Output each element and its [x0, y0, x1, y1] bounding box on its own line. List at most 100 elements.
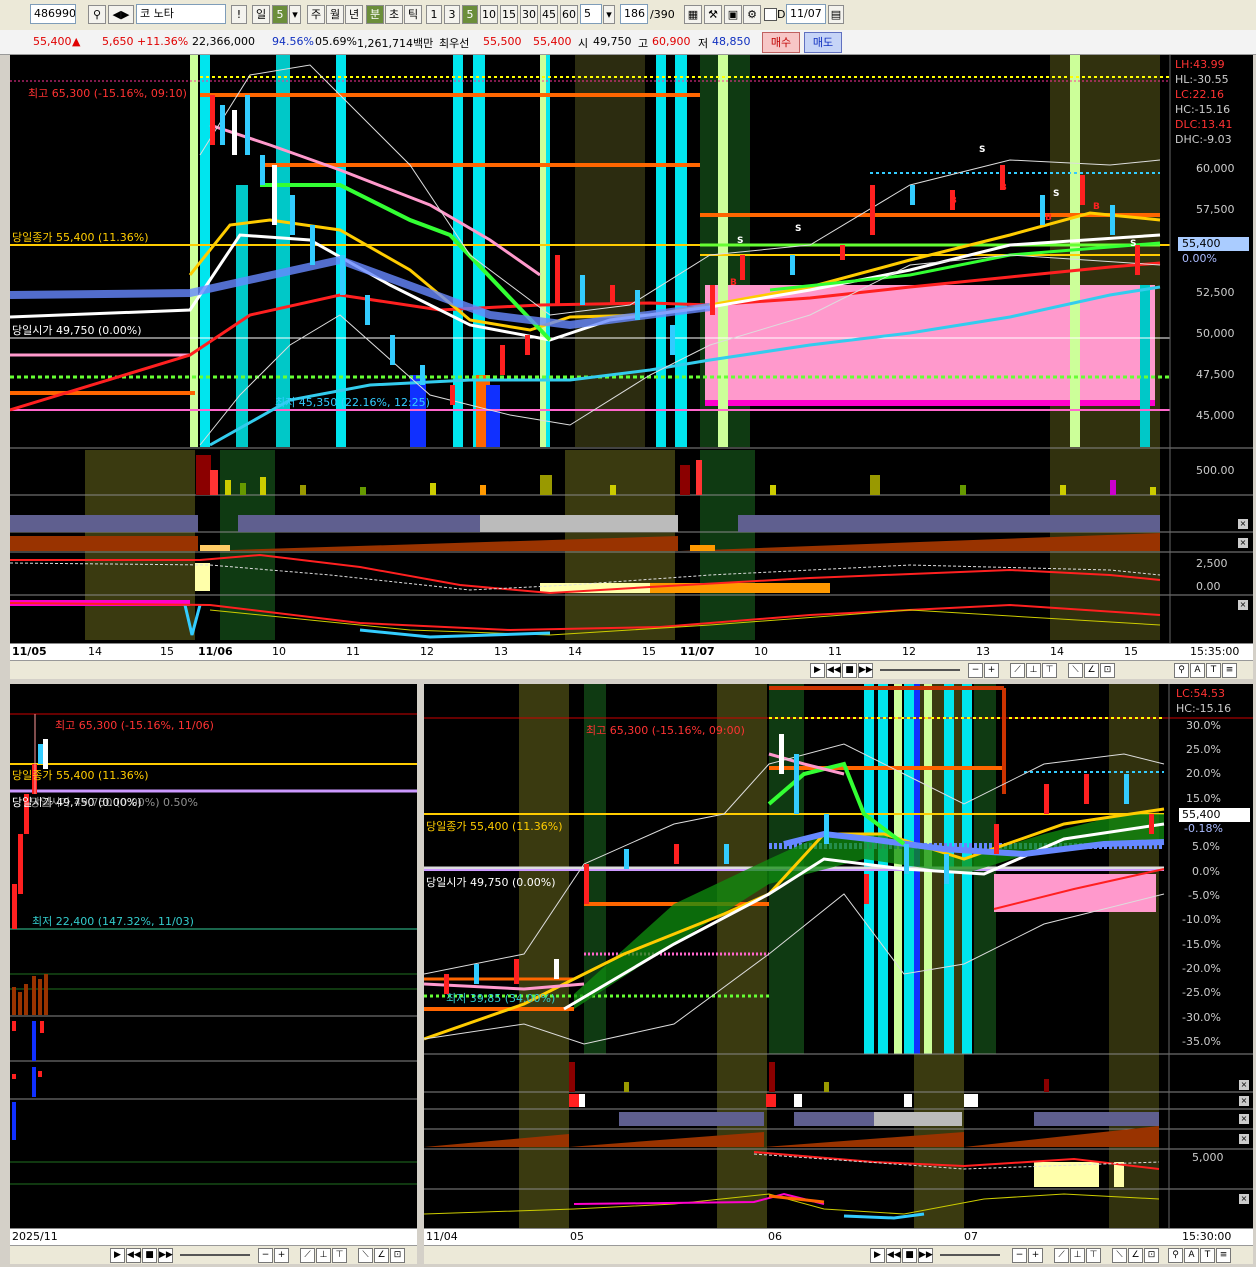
text-tool-icon[interactable]: A [1184, 1248, 1199, 1263]
interval-15-button[interactable]: 15 [500, 5, 518, 24]
pct-tick: -35.0% [1182, 1035, 1221, 1048]
fast-forward-icon[interactable]: ▶▶ [918, 1248, 933, 1263]
close-icon[interactable]: × [1238, 519, 1248, 529]
text-tool-icon[interactable]: T [1200, 1248, 1215, 1263]
interval-select[interactable]: 5 [580, 4, 602, 24]
zoom-in-icon[interactable]: + [274, 1248, 289, 1263]
svg-text:B: B [1045, 213, 1052, 223]
toolbar: 486990 ⚲ ◀▶ 코 노타 ! 일 5 ▾ 주 월 년 분 초 틱 1 3… [0, 0, 1256, 31]
text-tool-icon[interactable]: T [1206, 663, 1221, 678]
period-minute-button[interactable]: 분 [366, 5, 384, 24]
stop-icon[interactable]: ■ [842, 663, 857, 678]
osc-tick: 2,500 [1196, 557, 1228, 570]
draw-tool-icon[interactable]: ⊥ [1070, 1248, 1085, 1263]
daily-chart-panel[interactable]: 최고 65,300 (-15.16%, 11/06) 당일종가 55,400 (… [10, 684, 417, 1228]
change-pct-tag: 0.00% [1182, 252, 1217, 265]
period-interval-field[interactable]: 5 [272, 5, 288, 24]
draw-tool-icon[interactable]: ⊡ [1100, 663, 1115, 678]
close-icon[interactable]: × [1238, 600, 1248, 610]
sell-button[interactable]: 매도 [804, 32, 842, 53]
buy-button[interactable]: 매수 [762, 32, 800, 53]
stop-icon[interactable]: ■ [142, 1248, 157, 1263]
rewind-icon[interactable]: ◀◀ [126, 1248, 141, 1263]
time-label: 15:30:00 [1182, 1230, 1232, 1243]
date-field[interactable]: 11/07 [786, 4, 826, 24]
save-icon[interactable]: ▣ [724, 5, 742, 24]
zoom-out-icon[interactable]: − [968, 663, 983, 678]
chevron-down-icon[interactable]: ▾ [289, 5, 301, 24]
draw-tool-icon[interactable]: ⊡ [1144, 1248, 1159, 1263]
close-icon[interactable]: × [1239, 1134, 1249, 1144]
draw-tool-icon[interactable]: ⊤ [1086, 1248, 1101, 1263]
search-icon[interactable]: ⚲ [88, 5, 106, 24]
fast-forward-icon[interactable]: ▶▶ [158, 1248, 173, 1263]
interval-10-button[interactable]: 10 [480, 5, 498, 24]
scroll-right-icon[interactable]: ▶ [110, 1248, 125, 1263]
zoom-in-icon[interactable]: + [1028, 1248, 1043, 1263]
zoom-slider[interactable] [940, 1254, 1000, 1256]
zoom-slider[interactable] [880, 669, 960, 671]
draw-tool-icon[interactable]: ⟍ [1112, 1248, 1127, 1263]
close-icon[interactable]: × [1239, 1096, 1249, 1106]
rewind-icon[interactable]: ◀◀ [886, 1248, 901, 1263]
settings-icon[interactable]: ≡ [1222, 663, 1237, 678]
gear-icon[interactable]: ⚙ [743, 5, 761, 24]
period-tick-button[interactable]: 틱 [404, 5, 422, 24]
draw-tool-icon[interactable]: ∠ [1084, 663, 1099, 678]
interval-60-button[interactable]: 60 [560, 5, 578, 24]
interval-30-button[interactable]: 30 [520, 5, 538, 24]
zoom-in-icon[interactable]: + [984, 663, 999, 678]
zoom-out-icon[interactable]: − [258, 1248, 273, 1263]
draw-tool-icon[interactable]: ⊥ [316, 1248, 331, 1263]
search-icon[interactable]: ⚲ [1168, 1248, 1183, 1263]
date-tick: 14 [568, 645, 582, 658]
stock-name-field[interactable]: 코 노타 [136, 4, 226, 24]
close-icon[interactable]: × [1238, 538, 1248, 548]
period-year-button[interactable]: 년 [345, 5, 363, 24]
draw-tool-icon[interactable]: ⊤ [332, 1248, 347, 1263]
fast-forward-icon[interactable]: ▶▶ [858, 663, 873, 678]
close-icon[interactable]: × [1239, 1080, 1249, 1090]
zoom-slider[interactable] [180, 1254, 250, 1256]
draw-tool-icon[interactable]: ⊤ [1042, 663, 1057, 678]
period-week-button[interactable]: 주 [307, 5, 325, 24]
rewind-icon[interactable]: ◀◀ [826, 663, 841, 678]
prev-next-stepper[interactable]: ◀▶ [108, 5, 134, 24]
grid-icon[interactable]: ▦ [684, 5, 702, 24]
draw-tool-icon[interactable]: ∠ [1128, 1248, 1143, 1263]
interval-45-button[interactable]: 45 [540, 5, 558, 24]
search-icon[interactable]: ⚲ [1174, 663, 1189, 678]
stop-icon[interactable]: ■ [902, 1248, 917, 1263]
scroll-right-icon[interactable]: ▶ [810, 663, 825, 678]
multi-day-chart-panel[interactable]: LC:54.53 HC:-15.16 30.0% 25.0% 20.0% 15.… [424, 684, 1253, 1228]
period-month-button[interactable]: 월 [326, 5, 344, 24]
open-note-overlay: 당일시가 49,750 (0.00%) 0.50% [30, 796, 198, 809]
scroll-right-icon[interactable]: ▶ [870, 1248, 885, 1263]
bar-count-field[interactable]: 186 [620, 4, 648, 24]
draw-tool-icon[interactable]: ⟍ [358, 1248, 373, 1263]
draw-tool-icon[interactable]: ∠ [374, 1248, 389, 1263]
draw-tool-icon[interactable]: ⟋ [1010, 663, 1025, 678]
draw-tool-icon[interactable]: ⟋ [300, 1248, 315, 1263]
intraday-chart-panel[interactable]: SS SSS BB BBB LH:43.99 HL:-30.55 LC:22.1… [10, 55, 1253, 643]
date-checkbox[interactable] [764, 8, 777, 21]
draw-tool-icon[interactable]: ⟍ [1068, 663, 1083, 678]
draw-tool-icon[interactable]: ⊥ [1026, 663, 1041, 678]
interval-1-button[interactable]: 1 [426, 5, 442, 24]
alert-button[interactable]: ! [231, 5, 247, 24]
chevron-down-icon[interactable]: ▾ [603, 5, 615, 24]
close-icon[interactable]: × [1239, 1194, 1249, 1204]
interval-5-button[interactable]: 5 [462, 5, 478, 24]
period-day-button[interactable]: 일 [252, 5, 270, 24]
zoom-out-icon[interactable]: − [1012, 1248, 1027, 1263]
close-icon[interactable]: × [1239, 1114, 1249, 1124]
text-tool-icon[interactable]: A [1190, 663, 1205, 678]
period-second-button[interactable]: 초 [385, 5, 403, 24]
draw-tool-icon[interactable]: ⟋ [1054, 1248, 1069, 1263]
settings-icon[interactable]: ≡ [1216, 1248, 1231, 1263]
calendar-icon[interactable]: ▤ [828, 5, 844, 24]
stock-code-field[interactable]: 486990 [30, 4, 76, 24]
interval-3-button[interactable]: 3 [444, 5, 460, 24]
tools-icon[interactable]: ⚒ [704, 5, 722, 24]
draw-tool-icon[interactable]: ⊡ [390, 1248, 405, 1263]
